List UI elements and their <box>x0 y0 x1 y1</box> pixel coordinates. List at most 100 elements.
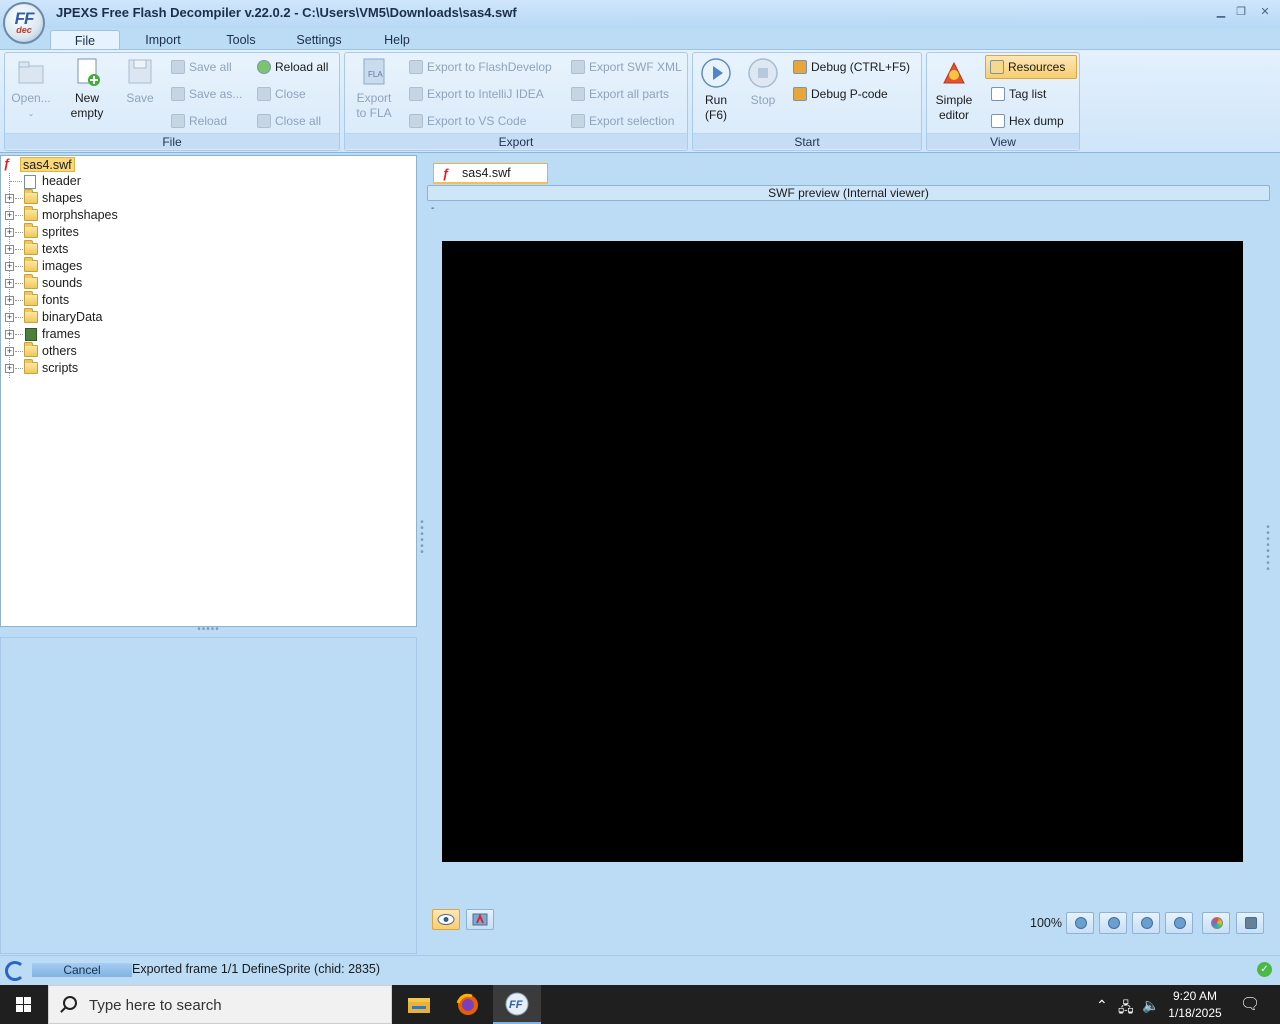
background-color-button[interactable] <box>1202 912 1230 934</box>
zoom-out-button[interactable] <box>1099 912 1127 934</box>
expand-icon[interactable]: + <box>5 228 14 237</box>
taskbar-search[interactable]: Type here to search <box>48 985 392 1024</box>
flash-player-button[interactable] <box>466 909 494 930</box>
expand-icon[interactable]: + <box>5 194 14 203</box>
export-all-parts-button[interactable]: Export all parts <box>571 84 669 104</box>
save-button[interactable]: Save <box>119 57 161 106</box>
horizontal-splitter[interactable]: ••••• <box>0 625 417 637</box>
file-explorer-taskbar-button[interactable] <box>395 985 443 1024</box>
right-panel-grip[interactable]: • • • • • • • • <box>1260 523 1276 575</box>
tree-item-fonts[interactable]: + fonts <box>1 291 416 309</box>
tree-item-others[interactable]: + others <box>1 342 416 360</box>
app-logo[interactable]: FF dec <box>3 2 45 44</box>
tree-item-label: shapes <box>42 191 83 205</box>
view-group: Simple editor Resources Tag list Hex dum… <box>926 52 1080 151</box>
restore-button[interactable]: ❐ <box>1232 4 1250 20</box>
simple-editor-button[interactable]: Simple editor <box>929 57 979 123</box>
resource-tree[interactable]: ƒ sas4.swf header + shapes + morphshapes… <box>0 155 417 627</box>
tab-help[interactable]: Help <box>370 30 424 50</box>
debug-button[interactable]: Debug (CTRL+F5) <box>793 57 910 77</box>
expand-icon[interactable]: + <box>5 347 14 356</box>
close-button[interactable]: Close <box>257 84 306 104</box>
tree-item-images[interactable]: + images <box>1 257 416 275</box>
tree-item-frames[interactable]: + frames <box>1 326 416 343</box>
close-all-button[interactable]: Close all <box>257 111 321 131</box>
debug-pcode-button[interactable]: Debug P-code <box>793 84 888 104</box>
hex-dump-button[interactable]: Hex dump <box>991 111 1064 131</box>
search-placeholder: Type here to search <box>89 997 222 1014</box>
open-button[interactable]: Open... ⌄ <box>9 57 53 121</box>
tree-item-label: texts <box>42 242 69 256</box>
expand-icon[interactable]: + <box>5 279 14 288</box>
export-swf-xml-button[interactable]: Export SWF XML <box>571 57 682 77</box>
export-intellij-button[interactable]: Export to IntelliJ IDEA <box>409 84 544 104</box>
clock[interactable]: 9:20 AM 1/18/2025 <box>1168 988 1222 1022</box>
zoom-in-button[interactable] <box>1066 912 1094 934</box>
export-vscode-button[interactable]: Export to VS Code <box>409 111 526 131</box>
export-intellij-label: Export to IntelliJ IDEA <box>427 87 544 101</box>
tab-file[interactable]: File <box>50 30 120 50</box>
expand-icon[interactable]: + <box>5 211 14 220</box>
swf-preview-canvas[interactable] <box>442 241 1243 862</box>
tab-settings[interactable]: Settings <box>284 30 354 50</box>
show-hidden-icons-chevron-icon[interactable]: ⌃ <box>1096 997 1108 1014</box>
svg-text:FF: FF <box>509 999 523 1011</box>
tree-item-texts[interactable]: + texts <box>1 240 416 258</box>
window-title: JPEXS Free Flash Decompiler v.22.0.2 - C… <box>56 5 517 20</box>
tree-item-sounds[interactable]: + sounds <box>1 274 416 292</box>
new-file-icon <box>77 58 100 86</box>
resources-button[interactable]: Resources <box>985 55 1077 79</box>
status-bar: Cancel Exported frame 1/1 DefineSprite (… <box>0 955 1280 984</box>
tree-root[interactable]: ƒ sas4.swf <box>1 156 416 173</box>
document-tab[interactable]: ƒ sas4.swf <box>433 163 548 184</box>
export-swf-xml-label: Export SWF XML <box>589 60 682 74</box>
show-preview-button[interactable] <box>432 909 460 930</box>
expand-icon[interactable]: + <box>5 245 14 254</box>
ribbon-tabs: File Import Tools Settings Help <box>0 28 1280 50</box>
volume-icon[interactable]: 🔈 <box>1142 997 1159 1014</box>
tag-list-button[interactable]: Tag list <box>991 84 1046 104</box>
export-flashdevelop-button[interactable]: Export to FlashDevelop <box>409 57 552 77</box>
xml-icon <box>571 60 585 74</box>
tree-item-scripts[interactable]: + scripts <box>1 359 416 377</box>
preview-frame-indicator: - <box>431 203 435 214</box>
reload-button[interactable]: Reload <box>171 111 227 131</box>
start-group: Run (F6) Stop Debug (CTRL+F5) Debug P-co… <box>692 52 922 151</box>
cancel-button[interactable]: Cancel <box>32 963 132 977</box>
ffdec-taskbar-button[interactable]: FF <box>493 985 541 1024</box>
stop-label: Stop <box>750 93 776 107</box>
vertical-splitter[interactable]: • • • • • • <box>418 518 426 558</box>
tree-item-morphshapes[interactable]: + morphshapes <box>1 206 416 224</box>
snapshot-button[interactable] <box>1236 912 1264 934</box>
expand-icon[interactable]: + <box>5 296 14 305</box>
zoom-reset-button[interactable] <box>1165 912 1193 934</box>
tree-item-shapes[interactable]: + shapes <box>1 189 416 207</box>
export-fla-button[interactable]: FLA Export to FLA <box>351 57 397 121</box>
tab-import[interactable]: Import <box>130 30 196 50</box>
expand-icon[interactable]: + <box>5 262 14 271</box>
firefox-taskbar-button[interactable] <box>444 985 492 1024</box>
start-button[interactable] <box>0 985 48 1024</box>
tree-item-binarydata[interactable]: + binaryData <box>1 308 416 326</box>
network-icon[interactable]: 🖧 <box>1118 997 1134 1021</box>
expand-icon[interactable]: + <box>5 364 14 373</box>
save-as-button[interactable]: Save as... <box>171 84 242 104</box>
close-window-button[interactable]: ✕ <box>1256 4 1274 20</box>
reload-all-icon <box>257 60 271 74</box>
tab-tools[interactable]: Tools <box>212 30 270 50</box>
expand-icon[interactable]: + <box>5 330 14 339</box>
reload-all-button[interactable]: Reload all <box>257 57 328 77</box>
file-explorer-icon <box>408 998 430 1013</box>
run-button[interactable]: Run (F6) <box>697 57 735 123</box>
minimize-button[interactable]: ▁ <box>1212 4 1230 20</box>
tree-item-sprites[interactable]: + sprites <box>1 223 416 241</box>
save-all-button[interactable]: Save all <box>171 57 232 77</box>
stop-button[interactable]: Stop <box>743 57 783 108</box>
zoom-fit-button[interactable] <box>1132 912 1160 934</box>
tree-item-header[interactable]: header <box>1 173 416 190</box>
new-empty-button[interactable]: New empty <box>63 57 111 121</box>
expand-icon[interactable]: + <box>5 313 14 322</box>
export-selection-button[interactable]: Export selection <box>571 111 674 131</box>
windows-logo-icon <box>16 997 31 1012</box>
notifications-icon[interactable]: 🗨 <box>1240 994 1260 1014</box>
